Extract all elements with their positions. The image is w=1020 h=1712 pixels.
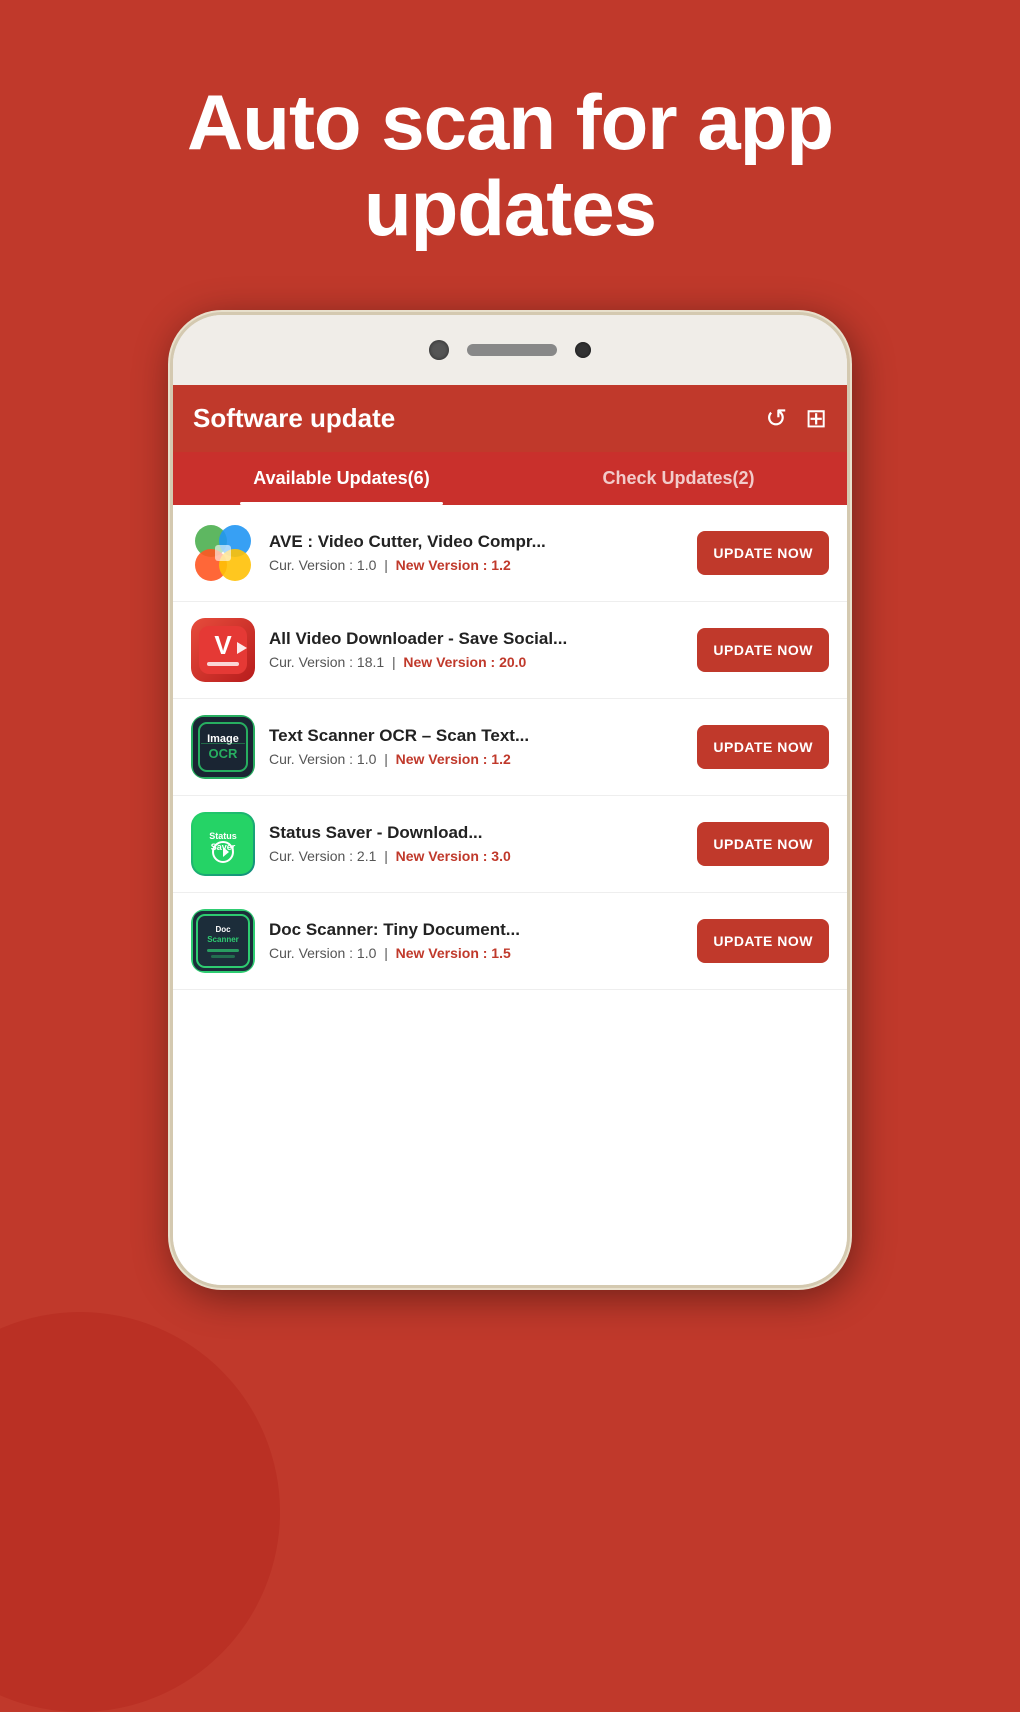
svg-text:Doc: Doc	[215, 925, 231, 934]
proximity-sensor	[575, 342, 591, 358]
app-header: Software update ↺ ⊞	[173, 385, 847, 452]
app-info-doc: Doc Scanner: Tiny Document... Cur. Versi…	[269, 920, 683, 961]
background-decoration	[0, 1312, 280, 1712]
hero-section: Auto scan for app updates	[0, 0, 1020, 292]
app-version: Cur. Version : 1.0 | New Version : 1.2	[269, 751, 683, 767]
header-icons: ↺ ⊞	[765, 403, 827, 434]
update-now-button[interactable]: UPDATE NOW	[697, 531, 829, 575]
app-version: Cur. Version : 1.0 | New Version : 1.5	[269, 945, 683, 961]
app-icon-ss: Status Saver	[191, 812, 255, 876]
list-item: Image OCR Text Scanner OCR – Scan Text..…	[173, 699, 847, 796]
phone-top-bar	[173, 315, 847, 385]
update-now-button[interactable]: UPDATE NOW	[697, 628, 829, 672]
update-now-button[interactable]: UPDATE NOW	[697, 822, 829, 866]
app-version: Cur. Version : 2.1 | New Version : 3.0	[269, 848, 683, 864]
svg-text:V: V	[214, 629, 232, 659]
front-camera	[429, 340, 449, 360]
list-item: Status Saver Status Saver - Download... …	[173, 796, 847, 893]
refresh-icon[interactable]: ↺	[765, 403, 787, 434]
app-icon-ave	[191, 521, 255, 585]
volume-up-button	[847, 495, 850, 555]
app-header-title: Software update	[193, 403, 395, 434]
svg-text:OCR: OCR	[209, 745, 239, 760]
hero-title: Auto scan for app updates	[60, 80, 960, 252]
app-name: AVE : Video Cutter, Video Compr...	[269, 532, 683, 552]
phone-frame: Software update ↺ ⊞ Available Updates(6)…	[170, 312, 850, 1288]
app-icon-vd: V	[191, 618, 255, 682]
list-item: V All Video Downloader - Save Social... …	[173, 602, 847, 699]
ss-icon-inner: Status Saver	[191, 812, 255, 876]
app-name: All Video Downloader - Save Social...	[269, 629, 683, 649]
app-name: Doc Scanner: Tiny Document...	[269, 920, 683, 940]
app-info-ocr: Text Scanner OCR – Scan Text... Cur. Ver…	[269, 726, 683, 767]
list-item: AVE : Video Cutter, Video Compr... Cur. …	[173, 505, 847, 602]
app-info-ave: AVE : Video Cutter, Video Compr... Cur. …	[269, 532, 683, 573]
app-info-ss: Status Saver - Download... Cur. Version …	[269, 823, 683, 864]
list-item: Doc Scanner Doc Scanner: Tiny Document..…	[173, 893, 847, 990]
phone-screen: Software update ↺ ⊞ Available Updates(6)…	[173, 385, 847, 1285]
phone-mockup: Software update ↺ ⊞ Available Updates(6)…	[0, 312, 1020, 1288]
tab-available-updates[interactable]: Available Updates(6)	[173, 452, 510, 505]
app-version: Cur. Version : 1.0 | New Version : 1.2	[269, 557, 683, 573]
app-icon-ocr: Image OCR	[191, 715, 255, 779]
doc-icon-inner: Doc Scanner	[191, 909, 255, 973]
update-now-button[interactable]: UPDATE NOW	[697, 919, 829, 963]
update-now-button[interactable]: UPDATE NOW	[697, 725, 829, 769]
app-version: Cur. Version : 18.1 | New Version : 20.0	[269, 654, 683, 670]
app-list: AVE : Video Cutter, Video Compr... Cur. …	[173, 505, 847, 990]
power-button	[170, 515, 173, 595]
volume-down-button	[847, 575, 850, 635]
ocr-icon-inner: Image OCR	[191, 715, 255, 779]
app-name: Text Scanner OCR – Scan Text...	[269, 726, 683, 746]
speaker	[467, 344, 557, 356]
vd-icon-inner: V	[191, 618, 255, 682]
svg-text:Scanner: Scanner	[207, 935, 239, 944]
tab-check-updates[interactable]: Check Updates(2)	[510, 452, 847, 505]
app-icon-doc: Doc Scanner	[191, 909, 255, 973]
app-name: Status Saver - Download...	[269, 823, 683, 843]
app-info-vd: All Video Downloader - Save Social... Cu…	[269, 629, 683, 670]
svg-text:Status: Status	[209, 831, 237, 841]
tabs-bar: Available Updates(6) Check Updates(2)	[173, 452, 847, 505]
grid-icon[interactable]: ⊞	[805, 403, 827, 434]
